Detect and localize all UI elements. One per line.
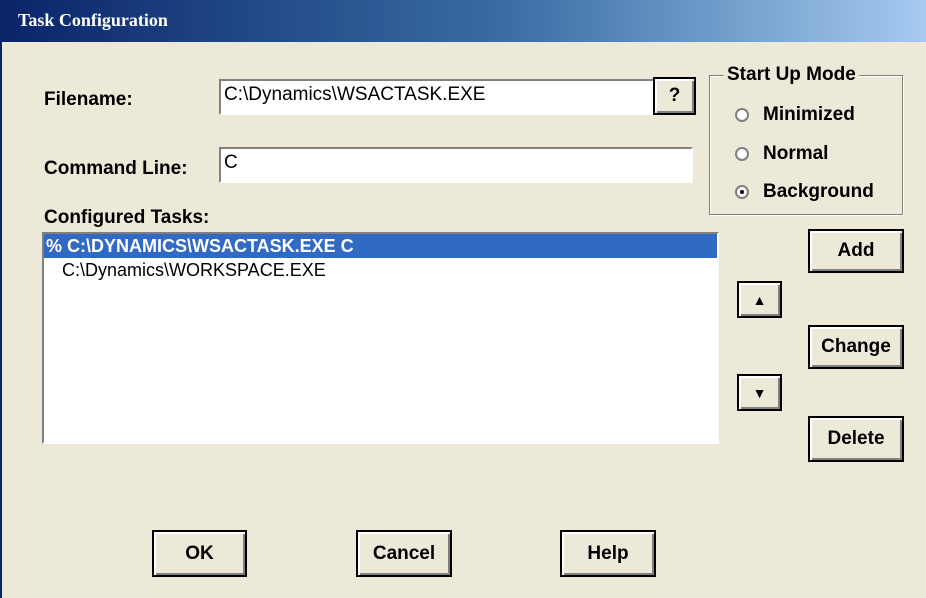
- add-button[interactable]: Add: [808, 229, 904, 273]
- radio-background-label: Background: [763, 181, 874, 202]
- radio-minimized[interactable]: Minimized: [735, 104, 855, 126]
- delete-button[interactable]: Delete: [808, 416, 904, 462]
- task-configuration-window: Task Configuration Filename: C:\Dynamics…: [0, 0, 926, 598]
- configured-tasks-list[interactable]: % C:\DYNAMICS\WSACTASK.EXE C C:\Dynamics…: [42, 232, 719, 444]
- arrow-up-icon: ▲: [752, 291, 767, 308]
- ok-button[interactable]: OK: [152, 530, 247, 577]
- radio-button-selected-icon[interactable]: [735, 185, 749, 199]
- filename-label: Filename:: [44, 89, 133, 110]
- help-button[interactable]: Help: [560, 530, 656, 577]
- list-item[interactable]: C:\Dynamics\WORKSPACE.EXE: [44, 258, 717, 282]
- title-bar[interactable]: Task Configuration: [2, 0, 926, 42]
- radio-button-icon[interactable]: [735, 108, 749, 122]
- configured-tasks-label: Configured Tasks:: [44, 207, 210, 228]
- cancel-button[interactable]: Cancel: [356, 530, 452, 577]
- radio-background[interactable]: Background: [735, 181, 874, 203]
- arrow-down-icon: ▼: [752, 384, 767, 401]
- move-down-button[interactable]: ▼: [737, 374, 782, 411]
- start-up-mode-title: Start Up Mode: [724, 64, 859, 86]
- browse-button[interactable]: ?: [653, 77, 696, 115]
- command-line-label: Command Line:: [44, 158, 188, 179]
- window-title: Task Configuration: [18, 10, 168, 30]
- change-button[interactable]: Change: [808, 325, 904, 369]
- filename-field[interactable]: C:\Dynamics\WSACTASK.EXE: [219, 79, 655, 115]
- move-up-button[interactable]: ▲: [737, 281, 782, 318]
- command-line-field[interactable]: C: [219, 147, 693, 183]
- radio-normal[interactable]: Normal: [735, 143, 828, 165]
- list-item[interactable]: % C:\DYNAMICS\WSACTASK.EXE C: [44, 234, 717, 258]
- radio-minimized-label: Minimized: [763, 104, 855, 125]
- radio-button-icon[interactable]: [735, 147, 749, 161]
- radio-normal-label: Normal: [763, 143, 829, 164]
